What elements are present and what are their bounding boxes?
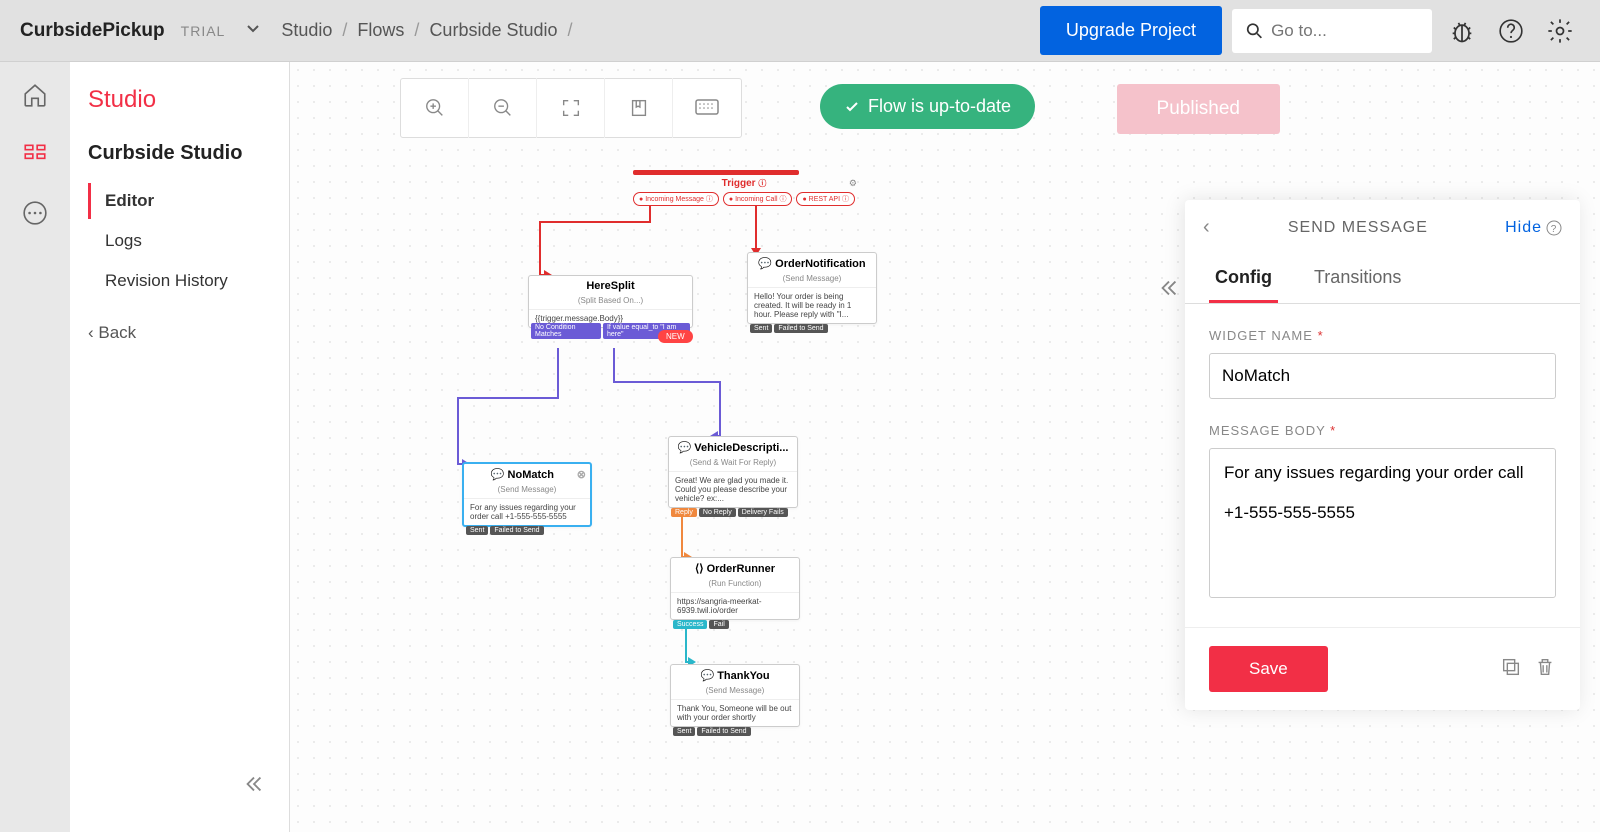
search-icon	[1246, 21, 1263, 41]
widget-heresplit[interactable]: HereSplit (Split Based On...) {{trigger.…	[528, 275, 693, 328]
sidebar: Studio Curbside Studio Editor Logs Revis…	[70, 62, 290, 832]
widget-orderrunner[interactable]: ⟨⟩ OrderRunner (Run Function) https://sa…	[670, 557, 800, 620]
breadcrumb: Studio / Flows / Curbside Studio /	[281, 20, 572, 41]
message-body-textarea[interactable]	[1209, 448, 1556, 598]
zoom-out-button[interactable]	[469, 78, 537, 138]
trigger-widget[interactable]: Trigger ⓘ ⚙ ● Incoming Message ⓘ ● Incom…	[633, 170, 855, 206]
studio-icon[interactable]	[22, 141, 48, 172]
upgrade-button[interactable]: Upgrade Project	[1040, 6, 1222, 55]
home-icon[interactable]	[22, 82, 48, 113]
tab-config[interactable]: Config	[1209, 255, 1278, 303]
publish-button[interactable]: Published	[1117, 84, 1280, 134]
widget-name-input[interactable]	[1209, 353, 1556, 399]
sidebar-item-revision[interactable]: Revision History	[88, 263, 271, 299]
panel-title: SEND MESSAGE	[1288, 219, 1428, 237]
svg-text:?: ?	[1551, 224, 1558, 235]
trigger-pill[interactable]: ● Incoming Call ⓘ	[723, 192, 793, 206]
breadcrumb-item[interactable]: Studio	[281, 20, 332, 41]
close-icon[interactable]: ⊗	[577, 468, 586, 481]
gear-icon[interactable]: ⚙	[849, 178, 857, 189]
config-panel: ‹ SEND MESSAGE Hide ? Config Transitions…	[1185, 200, 1580, 710]
panel-collapse-icon[interactable]	[1158, 277, 1180, 305]
sidebar-title: Studio	[88, 86, 271, 114]
trigger-pill[interactable]: ● Incoming Message ⓘ	[633, 192, 719, 206]
help-icon[interactable]	[1492, 12, 1530, 50]
search-input[interactable]	[1271, 21, 1418, 41]
help-circle-icon: ?	[1546, 220, 1562, 236]
project-dropdown[interactable]	[245, 20, 261, 41]
project-name: CurbsidePickup	[20, 20, 165, 42]
hide-link[interactable]: Hide ?	[1505, 219, 1562, 237]
keyboard-button[interactable]	[673, 78, 741, 138]
check-icon	[844, 99, 860, 115]
widget-ordernotification[interactable]: 💬 OrderNotification (Send Message) Hello…	[747, 252, 877, 324]
search-box[interactable]	[1232, 9, 1432, 53]
new-badge[interactable]: NEW	[658, 330, 693, 343]
sidebar-item-editor[interactable]: Editor	[88, 183, 271, 219]
widget-nomatch[interactable]: 💬 NoMatch ⊗ (Send Message) For any issue…	[462, 462, 592, 527]
widget-vehicle[interactable]: 💬 VehicleDescripti... (Send & Wait For R…	[668, 436, 798, 508]
delete-icon[interactable]	[1534, 656, 1556, 683]
zoom-in-button[interactable]	[401, 78, 469, 138]
sidebar-item-logs[interactable]: Logs	[88, 223, 271, 259]
fit-screen-button[interactable]	[537, 78, 605, 138]
message-body-label: MESSAGE BODY *	[1209, 423, 1556, 438]
top-header: CurbsidePickup TRIAL Studio / Flows / Cu…	[0, 0, 1600, 62]
widget-name-label: WIDGET NAME *	[1209, 328, 1556, 343]
trigger-pill[interactable]: ● REST API ⓘ	[796, 192, 855, 206]
canvas[interactable]: Flow is up-to-date Published Trigger ⓘ ⚙…	[290, 62, 1600, 832]
library-button[interactable]	[605, 78, 673, 138]
tab-transitions[interactable]: Transitions	[1308, 255, 1407, 303]
breadcrumb-item[interactable]: Curbside Studio	[429, 20, 557, 41]
save-button[interactable]: Save	[1209, 646, 1328, 692]
flow-name: Curbside Studio	[88, 142, 271, 165]
flow-status: Flow is up-to-date	[820, 84, 1035, 129]
settings-icon[interactable]	[1540, 11, 1580, 51]
collapse-sidebar-icon[interactable]	[243, 773, 265, 800]
debug-icon[interactable]	[1442, 11, 1482, 51]
panel-back-icon[interactable]: ‹	[1203, 216, 1211, 239]
more-icon[interactable]	[22, 200, 48, 231]
widget-thankyou[interactable]: 💬 ThankYou (Send Message) Thank You, Som…	[670, 664, 800, 727]
canvas-toolbar	[400, 78, 742, 138]
icon-rail	[0, 62, 70, 832]
breadcrumb-item[interactable]: Flows	[357, 20, 404, 41]
trial-badge: TRIAL	[181, 23, 226, 39]
back-link[interactable]: ‹ Back	[88, 323, 271, 343]
duplicate-icon[interactable]	[1500, 656, 1522, 683]
